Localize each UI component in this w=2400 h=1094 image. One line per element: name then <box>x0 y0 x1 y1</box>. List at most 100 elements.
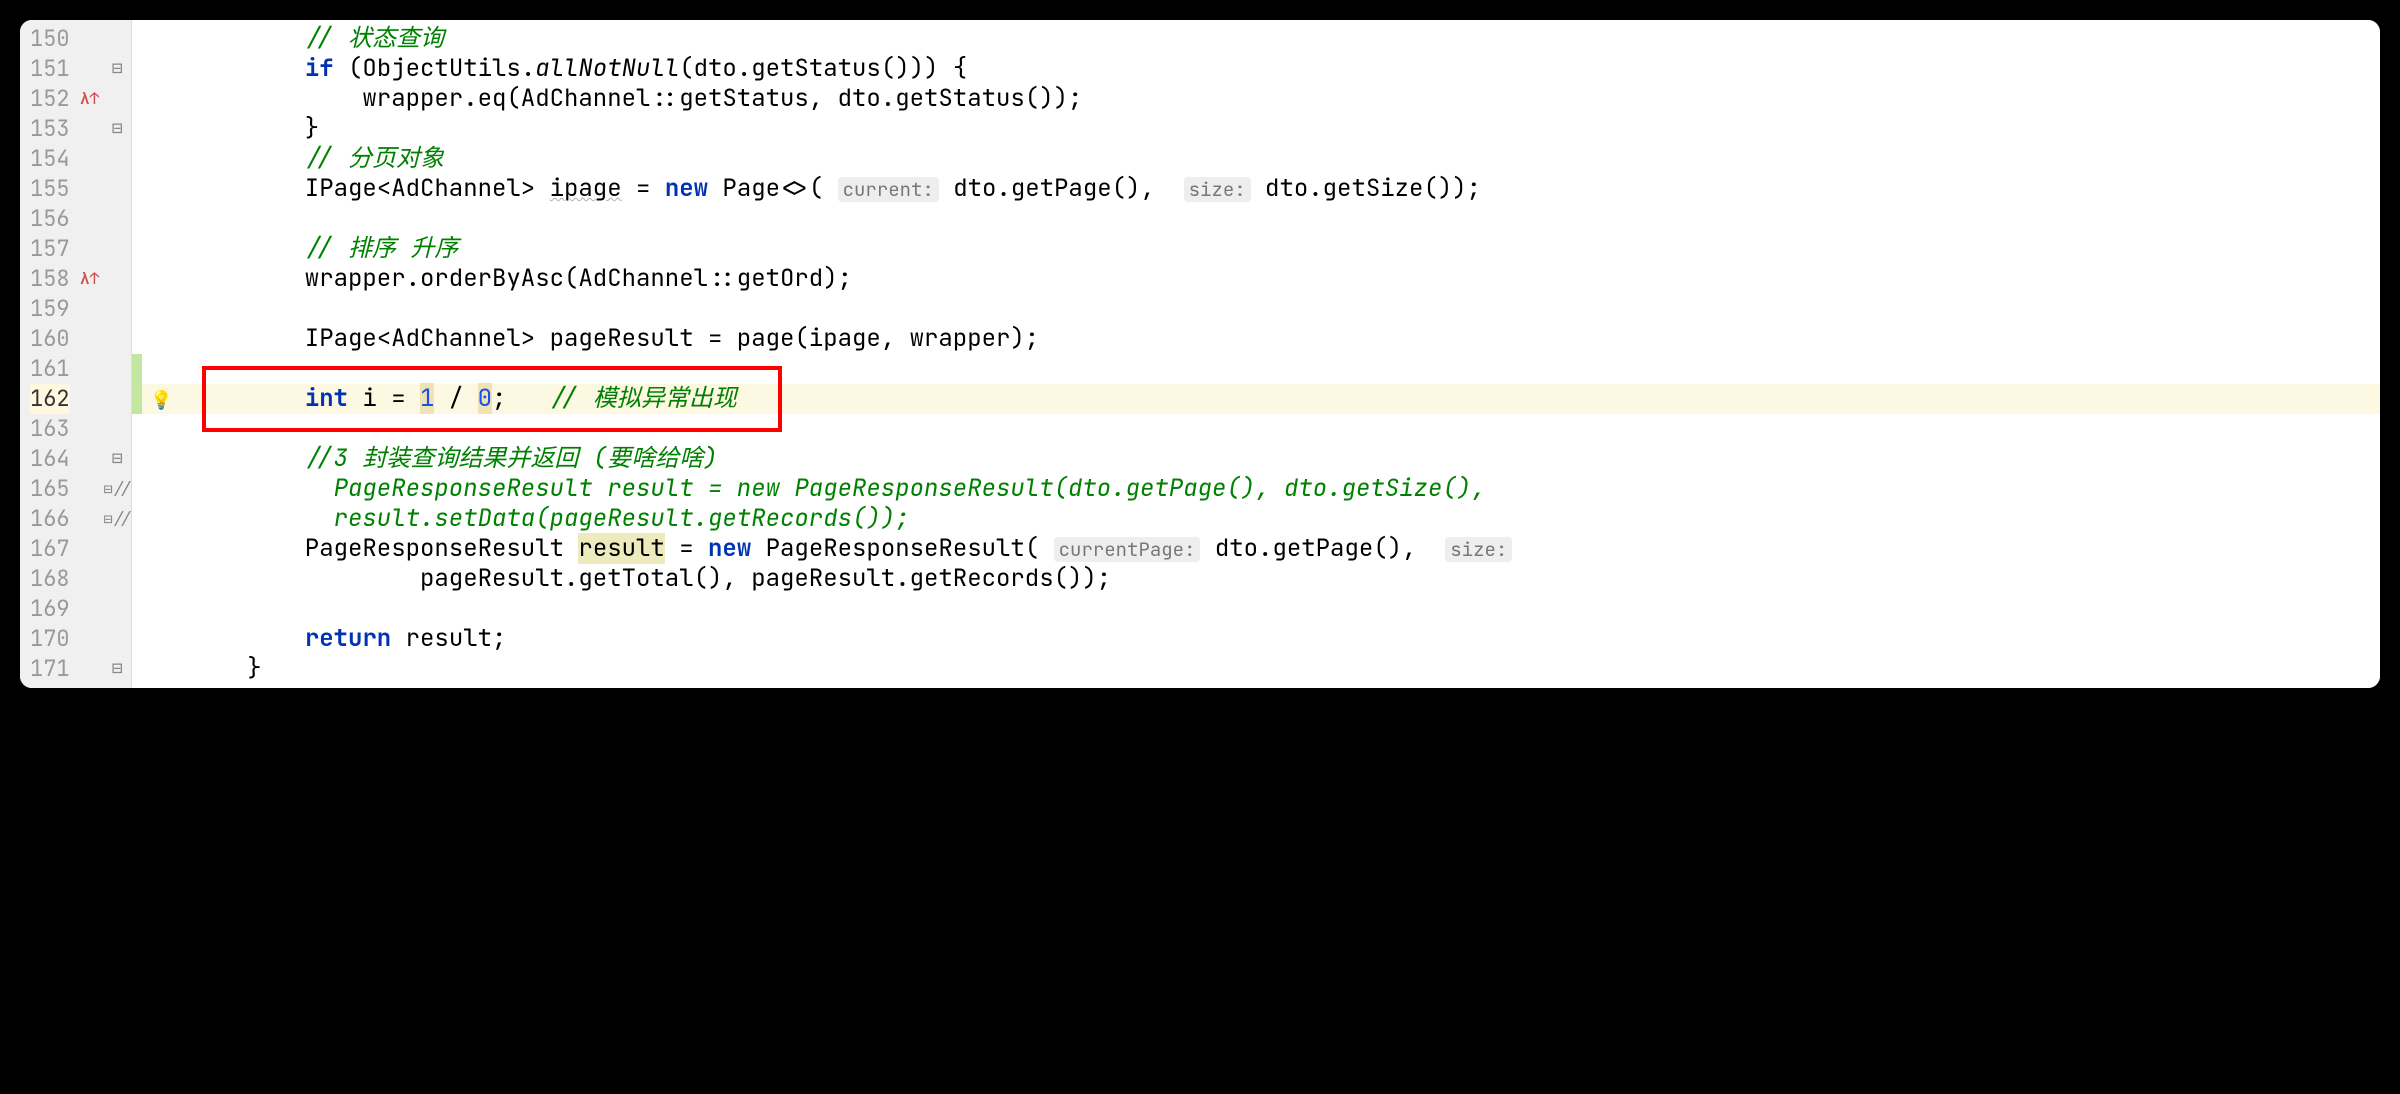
code-line[interactable]: } <box>182 654 2380 684</box>
change-marker <box>132 384 142 414</box>
fold-open-icon[interactable]: ⊟ <box>112 57 123 80</box>
code-line[interactable]: PageResponseResult result = new PageResp… <box>182 474 2380 504</box>
gutter-marker <box>76 384 104 414</box>
fold-marker[interactable] <box>104 324 131 354</box>
line-number: 165 <box>30 474 70 504</box>
fold-marker[interactable] <box>104 144 131 174</box>
code-editor[interactable]: 1501511521531541551561571581591601611621… <box>20 20 2380 688</box>
change-marker <box>132 174 142 204</box>
code-line[interactable]: return result; <box>182 624 2380 654</box>
code-line[interactable]: // 分页对象 <box>182 144 2380 174</box>
code-line[interactable]: IPage<AdChannel> ipage = new Page<>( cur… <box>182 174 2380 204</box>
code-line[interactable] <box>182 594 2380 624</box>
intention-marker[interactable] <box>142 444 182 474</box>
fold-marker[interactable] <box>104 594 131 624</box>
intention-marker[interactable] <box>142 624 182 654</box>
block-comment-icon: ⊟ <box>104 509 113 529</box>
fold-marker[interactable] <box>104 24 131 54</box>
fold-marker[interactable]: ⊟// <box>104 474 131 504</box>
fold-marker[interactable] <box>104 534 131 564</box>
code-line[interactable] <box>182 354 2380 384</box>
fold-marker[interactable]: ⊟// <box>104 504 131 534</box>
change-marker <box>132 414 142 444</box>
intention-marker[interactable] <box>142 54 182 84</box>
code-area[interactable]: // 状态查询 if (ObjectUtils.allNotNull(dto.g… <box>182 20 2380 688</box>
intention-marker[interactable] <box>142 84 182 114</box>
intention-marker[interactable] <box>142 564 182 594</box>
change-marker <box>132 204 142 234</box>
lightbulb-icon[interactable]: 💡 <box>150 389 172 412</box>
fold-open-icon[interactable]: ⊟ <box>112 447 123 470</box>
code-line[interactable]: PageResponseResult result = new PageResp… <box>182 534 2380 564</box>
change-marker <box>132 534 142 564</box>
fold-marker[interactable] <box>104 624 131 654</box>
code-line[interactable] <box>182 204 2380 234</box>
fold-marker[interactable] <box>104 294 131 324</box>
change-marker <box>132 474 142 504</box>
code-line[interactable]: pageResult.getTotal(), pageResult.getRec… <box>182 564 2380 594</box>
code-line[interactable] <box>182 294 2380 324</box>
intention-marker[interactable] <box>142 144 182 174</box>
intention-marker[interactable] <box>142 204 182 234</box>
code-line[interactable]: result.setData(pageResult.getRecords()); <box>182 504 2380 534</box>
intention-marker[interactable] <box>142 24 182 54</box>
intention-marker[interactable]: 💡 <box>142 384 182 414</box>
code-line[interactable]: } <box>182 114 2380 144</box>
line-number: 151 <box>30 54 70 84</box>
line-number: 158 <box>30 264 70 294</box>
fold-column[interactable]: ⊟⊟⊟⊟//⊟//⊟ <box>104 20 132 688</box>
code-line[interactable]: int i = 1 / 0; // 模拟异常出现 <box>182 384 2380 414</box>
lambda-icon[interactable]: λ↑ <box>80 88 99 109</box>
fold-marker[interactable]: ⊟ <box>104 54 131 84</box>
fold-marker[interactable]: ⊟ <box>104 444 131 474</box>
line-number: 170 <box>30 624 70 654</box>
line-number: 164 <box>30 444 70 474</box>
change-marker <box>132 24 142 54</box>
line-number: 163 <box>30 414 70 444</box>
fold-marker[interactable] <box>104 384 131 414</box>
fold-marker[interactable] <box>104 234 131 264</box>
gutter-marker <box>76 24 104 54</box>
fold-close-icon[interactable]: ⊟ <box>112 117 123 140</box>
fold-marker[interactable] <box>104 564 131 594</box>
fold-marker[interactable] <box>104 414 131 444</box>
change-marker <box>132 654 142 684</box>
code-line[interactable]: wrapper.orderByAsc(AdChannel::getOrd); <box>182 264 2380 294</box>
fold-marker[interactable] <box>104 84 131 114</box>
intention-marker[interactable] <box>142 294 182 324</box>
fold-marker[interactable]: ⊟ <box>104 114 131 144</box>
code-line[interactable] <box>182 414 2380 444</box>
lambda-icon[interactable]: λ↑ <box>80 268 99 289</box>
fold-marker[interactable] <box>104 204 131 234</box>
intention-marker[interactable] <box>142 174 182 204</box>
change-indicator-column <box>132 20 142 688</box>
gutter-marker: λ↑ <box>76 84 104 114</box>
code-line[interactable]: if (ObjectUtils.allNotNull(dto.getStatus… <box>182 54 2380 84</box>
intention-marker[interactable] <box>142 264 182 294</box>
fold-close-icon[interactable]: ⊟ <box>112 657 123 680</box>
intention-marker[interactable] <box>142 504 182 534</box>
code-line[interactable]: // 状态查询 <box>182 24 2380 54</box>
intention-marker[interactable] <box>142 354 182 384</box>
code-line[interactable]: IPage<AdChannel> pageResult = page(ipage… <box>182 324 2380 354</box>
intention-column[interactable]: 💡 <box>142 20 182 688</box>
intention-marker[interactable] <box>142 414 182 444</box>
code-line[interactable]: wrapper.eq(AdChannel::getStatus, dto.get… <box>182 84 2380 114</box>
intention-marker[interactable] <box>142 234 182 264</box>
intention-marker[interactable] <box>142 324 182 354</box>
gutter-marker <box>76 174 104 204</box>
intention-marker[interactable] <box>142 594 182 624</box>
intention-marker[interactable] <box>142 114 182 144</box>
line-number: 160 <box>30 324 70 354</box>
intention-marker[interactable] <box>142 654 182 684</box>
fold-marker[interactable] <box>104 264 131 294</box>
gutter-marker <box>76 114 104 144</box>
fold-marker[interactable]: ⊟ <box>104 654 131 684</box>
code-line[interactable]: // 排序 升序 <box>182 234 2380 264</box>
code-line[interactable]: //3 封装查询结果并返回 (要啥给啥) <box>182 444 2380 474</box>
fold-marker[interactable] <box>104 174 131 204</box>
fold-marker[interactable] <box>104 354 131 384</box>
intention-marker[interactable] <box>142 474 182 504</box>
intention-marker[interactable] <box>142 534 182 564</box>
parameter-hint: current: <box>838 177 939 202</box>
